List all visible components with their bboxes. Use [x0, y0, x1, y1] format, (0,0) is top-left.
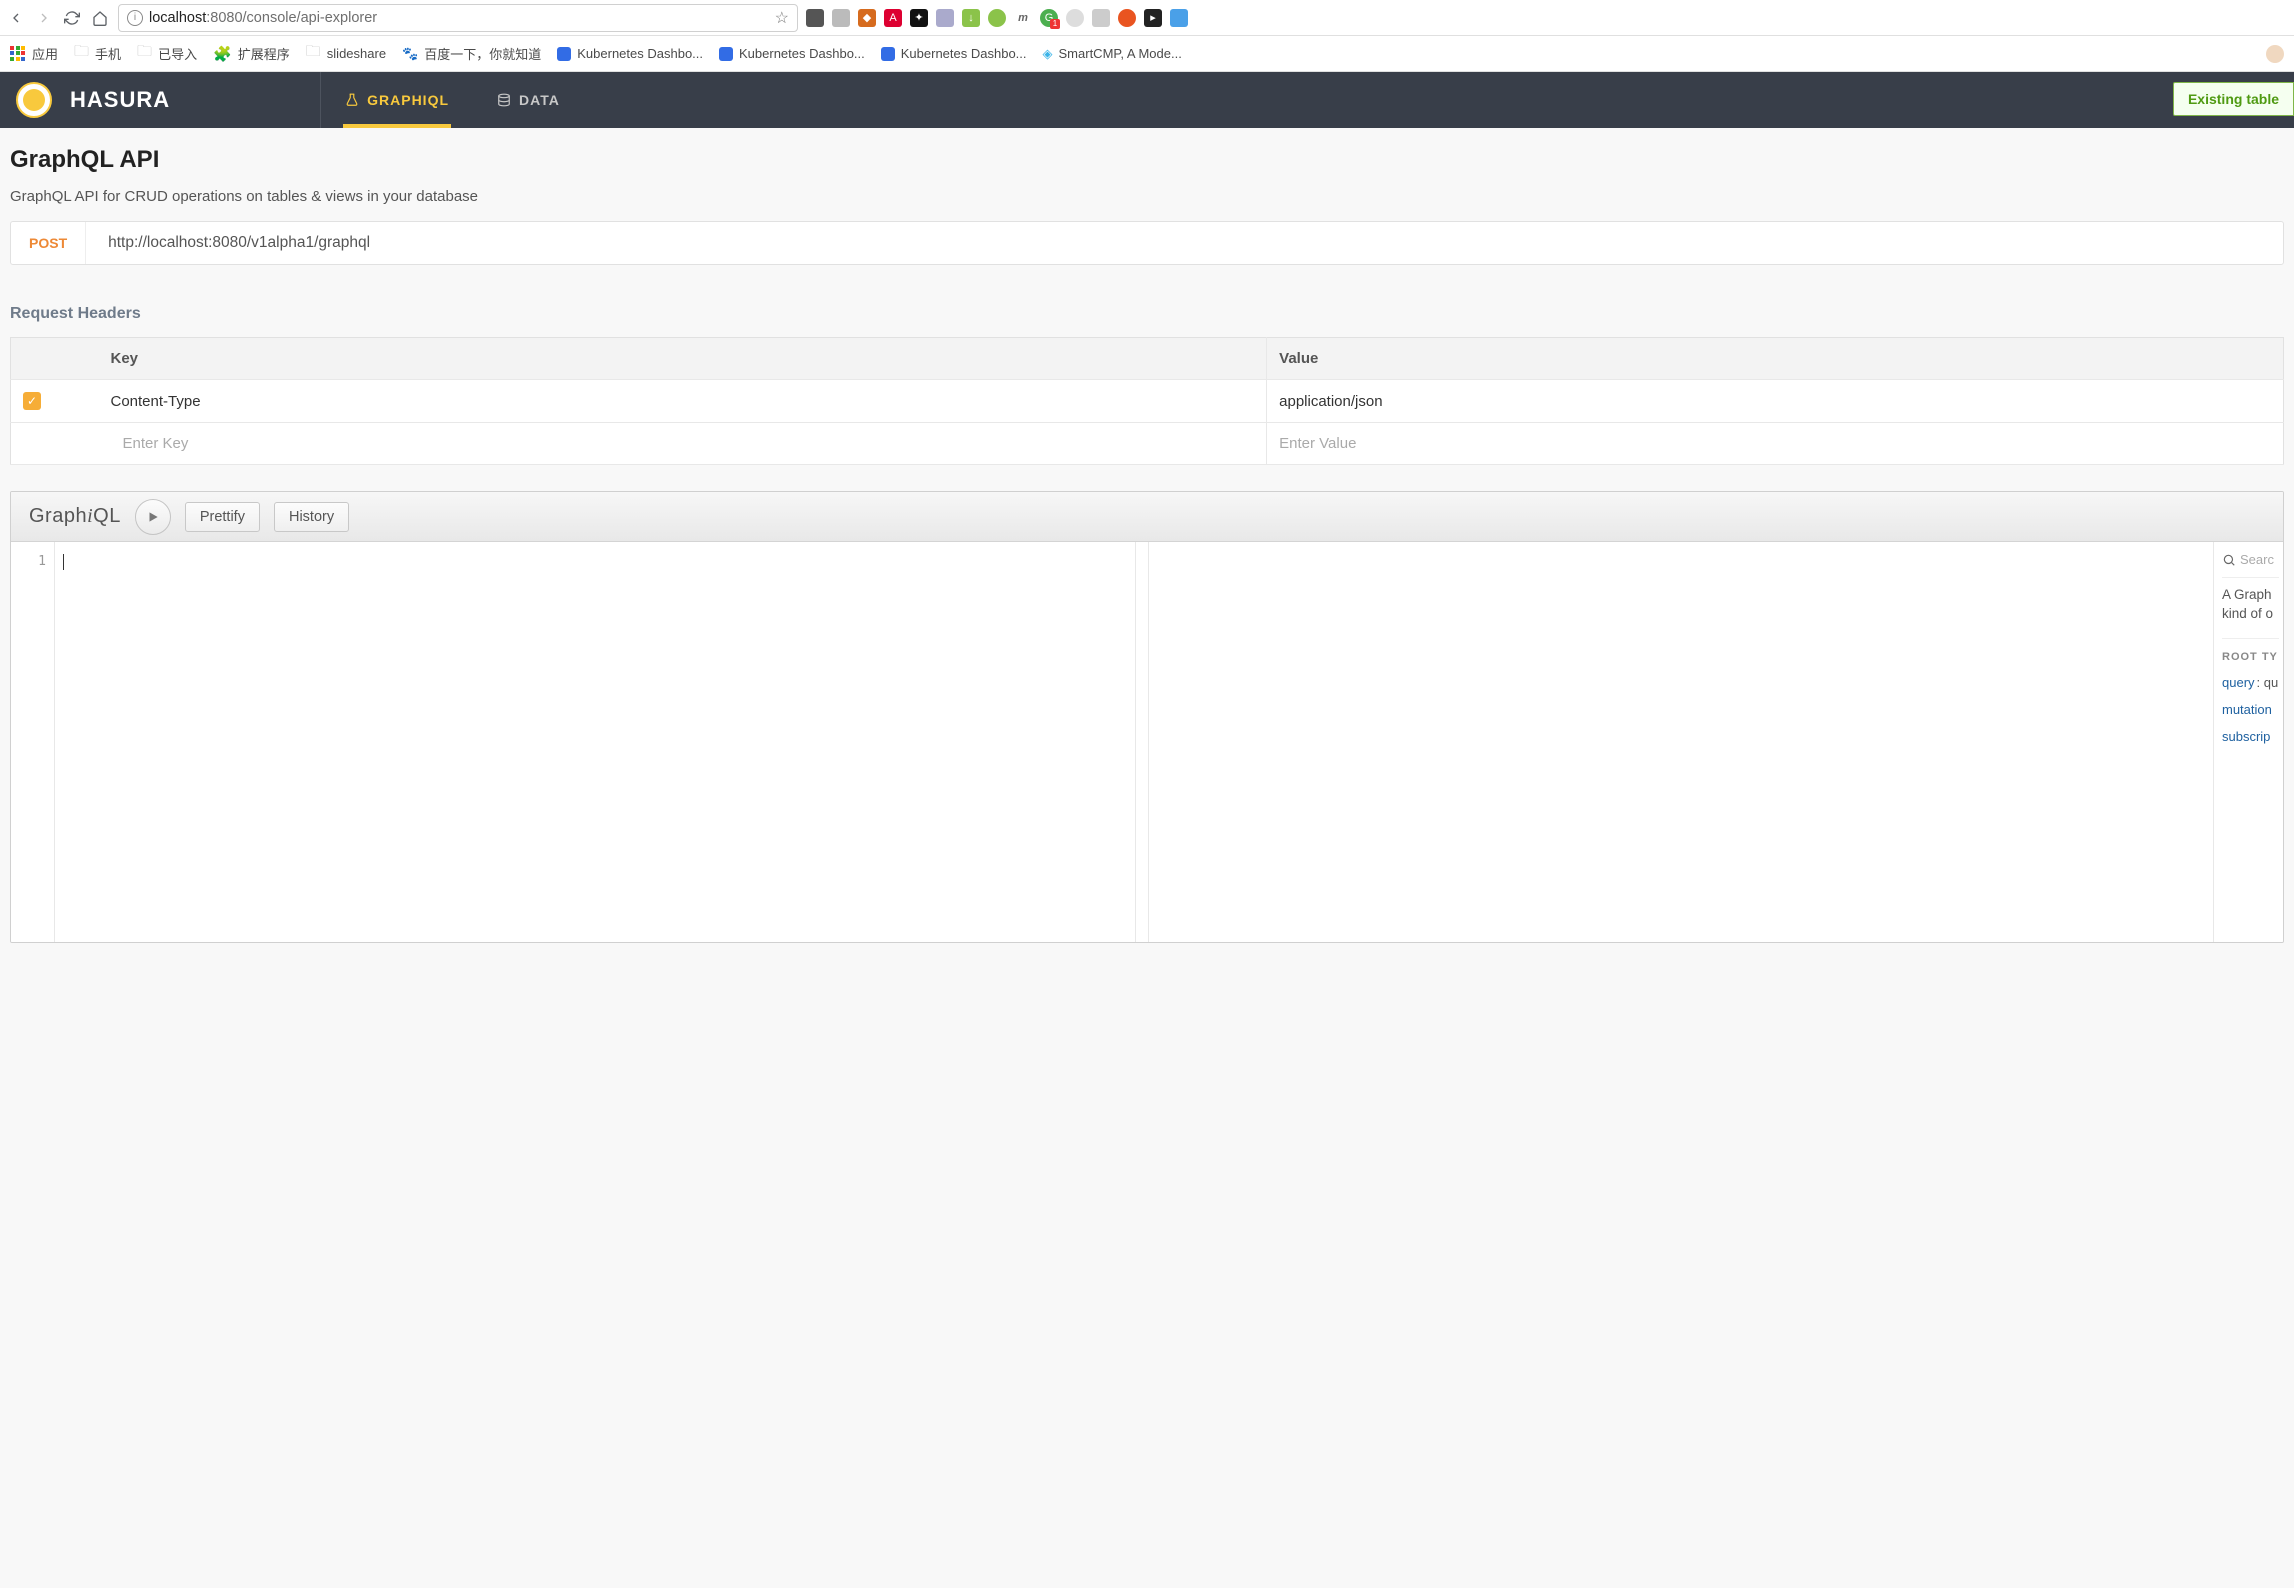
endpoint-url[interactable]: http://localhost:8080/v1alpha1/graphql — [86, 234, 2283, 252]
header-col-checkbox — [11, 338, 71, 380]
graphiql-body: 1 Searc A Graph kind of o ROOT TY query:… — [11, 542, 2283, 942]
prettify-button[interactable]: Prettify — [185, 502, 260, 532]
ubuntu-icon[interactable] — [1118, 9, 1136, 27]
tab-data[interactable]: DATA — [473, 72, 584, 128]
home-icon[interactable] — [90, 8, 110, 28]
graphiql-toolbar: GraphiQL Prettify History — [11, 492, 2283, 542]
ext-icon[interactable]: m — [1014, 9, 1032, 27]
paw-icon: 🐾 — [402, 46, 418, 62]
method-badge: POST — [11, 221, 86, 265]
bookmark-smartcmp[interactable]: ◈SmartCMP, A Mode... — [1043, 46, 1182, 62]
bookmark-kube1[interactable]: Kubernetes Dashbo... — [557, 46, 703, 61]
main-content: GraphQL API GraphQL API for CRUD operati… — [0, 128, 2294, 1588]
star-icon[interactable]: ☆ — [775, 8, 789, 28]
info-icon[interactable]: i — [127, 10, 143, 26]
back-icon[interactable] — [6, 8, 26, 28]
diamond-icon: ◈ — [1043, 46, 1053, 62]
header-key[interactable]: Content-Type — [71, 380, 1267, 423]
ext-icon[interactable]: ▸ — [1144, 9, 1162, 27]
bookmark-imported[interactable]: 🗀已导入 — [137, 41, 197, 66]
hasura-header: HASURA GRAPHIQL DATA Existing table — [0, 72, 2294, 128]
forward-icon[interactable] — [34, 8, 54, 28]
kubernetes-icon — [881, 47, 895, 61]
flask-icon — [345, 93, 359, 107]
header-col-value: Value — [1267, 338, 2284, 380]
bookmark-bar: 应用 🗀手机 🗀已导入 🧩扩展程序 🗀slideshare 🐾百度一下，你就知道… — [0, 36, 2294, 72]
browser-toolbar: i localhost:8080/console/api-explorer ☆ … — [0, 0, 2294, 36]
folder-icon: 🗀 — [74, 41, 89, 66]
request-headers-title: Request Headers — [10, 305, 2284, 323]
bookmark-baidu[interactable]: 🐾百度一下，你就知道 — [402, 44, 541, 63]
tab-graphiql[interactable]: GRAPHIQL — [321, 72, 473, 128]
existing-table-notification[interactable]: Existing table — [2173, 82, 2294, 116]
hasura-tabs: GRAPHIQL DATA — [320, 72, 584, 128]
root-mutation[interactable]: mutation — [2222, 702, 2279, 717]
ext-icon[interactable] — [988, 9, 1006, 27]
header-col-key: Key — [71, 338, 1267, 380]
hasura-logo[interactable] — [16, 82, 52, 118]
bookmark-avatar[interactable] — [2266, 45, 2284, 63]
docs-search-row[interactable]: Searc — [2222, 552, 2279, 578]
apps-icon — [10, 46, 26, 62]
header-value-input[interactable] — [1279, 435, 2271, 452]
folder-icon: 🗀 — [137, 41, 152, 66]
results-pane — [1149, 542, 2213, 942]
angular-icon[interactable]: A — [884, 9, 902, 27]
bookmark-kube2[interactable]: Kubernetes Dashbo... — [719, 46, 865, 61]
ext-icon[interactable]: G1 — [1040, 9, 1058, 27]
ext-icon[interactable]: ◆ — [858, 9, 876, 27]
ext-icon[interactable]: ↓ — [962, 9, 980, 27]
url-text: localhost:8080/console/api-explorer — [149, 10, 377, 26]
extension-icons: ◆ A ✦ ↓ m G1 ▸ — [806, 9, 1196, 27]
search-icon — [2222, 553, 2236, 567]
page-title: GraphQL API — [10, 146, 2284, 174]
docs-pane: Searc A Graph kind of o ROOT TY query: q… — [2213, 542, 2283, 942]
hasura-brand: HASURA — [70, 87, 170, 113]
bookmark-kube3[interactable]: Kubernetes Dashbo... — [881, 46, 1027, 61]
kubernetes-icon — [557, 47, 571, 61]
table-row: ✓ Content-Type application/json — [11, 380, 2284, 423]
query-editor[interactable] — [55, 542, 1135, 942]
headers-table: Key Value ✓ Content-Type application/jso… — [10, 337, 2284, 465]
execute-button[interactable] — [135, 499, 171, 535]
root-types-title: ROOT TY — [2222, 651, 2279, 663]
ext-icon[interactable] — [1066, 9, 1084, 27]
history-button[interactable]: History — [274, 502, 349, 532]
ext-icon[interactable] — [1170, 9, 1188, 27]
docs-blurb: A Graph kind of o — [2222, 586, 2279, 639]
url-bar[interactable]: i localhost:8080/console/api-explorer ☆ — [118, 4, 798, 32]
table-row — [11, 423, 2284, 465]
header-key-input[interactable] — [123, 435, 1255, 452]
page-description: GraphQL API for CRUD operations on table… — [10, 188, 2284, 205]
bookmark-phone[interactable]: 🗀手机 — [74, 41, 121, 66]
ext-icon[interactable]: ✦ — [910, 9, 928, 27]
reload-icon[interactable] — [62, 8, 82, 28]
splitter[interactable] — [1135, 542, 1149, 942]
line-gutter: 1 — [11, 542, 55, 942]
puzzle-icon: 🧩 — [213, 45, 232, 63]
avatar-icon — [2266, 45, 2284, 63]
ext-icon[interactable] — [832, 9, 850, 27]
root-subscription[interactable]: subscrip — [2222, 729, 2279, 744]
ext-icon[interactable] — [1092, 9, 1110, 27]
root-query[interactable]: query: qu — [2222, 675, 2279, 690]
graphiql-panel: GraphiQL Prettify History 1 Searc A Grap… — [10, 491, 2284, 943]
graphiql-logo: GraphiQL — [29, 505, 121, 528]
database-icon — [497, 93, 511, 107]
bookmark-slideshare[interactable]: 🗀slideshare — [306, 41, 386, 66]
header-checkbox[interactable]: ✓ — [23, 392, 41, 410]
ext-icon[interactable] — [936, 9, 954, 27]
bookmark-apps[interactable]: 应用 — [10, 44, 58, 63]
ext-icon[interactable] — [806, 9, 824, 27]
header-value[interactable]: application/json — [1267, 380, 2284, 423]
kubernetes-icon — [719, 47, 733, 61]
bookmark-extensions[interactable]: 🧩扩展程序 — [213, 44, 290, 63]
folder-icon: 🗀 — [306, 41, 321, 66]
endpoint-row: POST http://localhost:8080/v1alpha1/grap… — [10, 221, 2284, 265]
